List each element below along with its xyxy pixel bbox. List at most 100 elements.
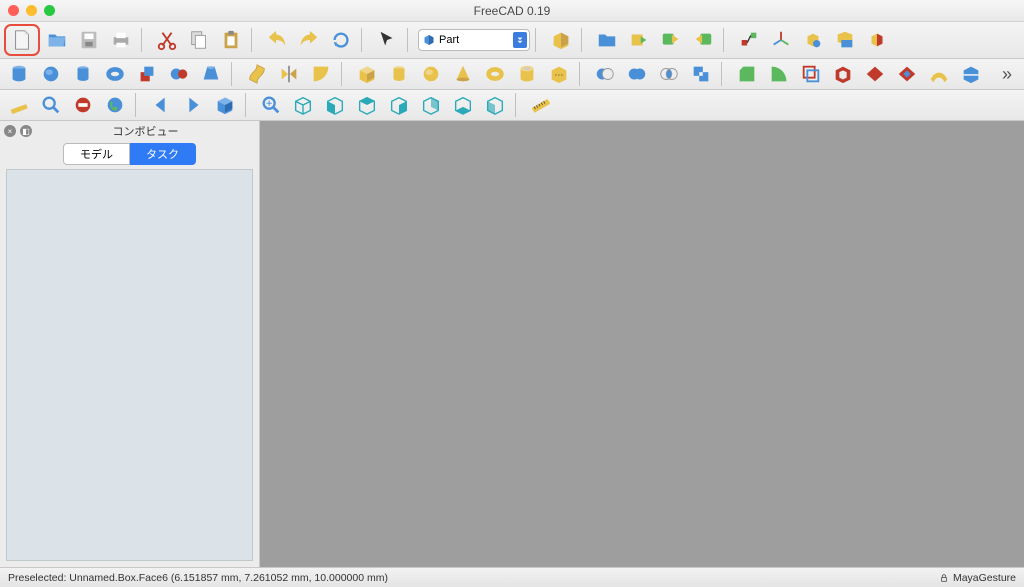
clip-button[interactable] [830,27,860,53]
cursor-icon [376,29,398,51]
cursor-button[interactable] [372,27,402,53]
part-cyl2-button[interactable] [68,61,98,87]
panel-undock-button[interactable]: ◧ [20,125,32,137]
save-button[interactable] [74,27,104,53]
view-back-button[interactable] [416,92,446,118]
link-import-button[interactable] [688,27,718,53]
export-icon [628,29,650,51]
new-doc-button[interactable] [7,27,37,53]
prim-torus-button[interactable] [480,61,510,87]
3d-viewport[interactable] [260,121,1024,567]
folder-button[interactable] [592,27,622,53]
op-slice-button[interactable] [956,61,986,87]
view-right-button[interactable] [384,92,414,118]
axis-button[interactable] [766,27,796,53]
bool-common-button[interactable] [654,61,684,87]
shape-icon [864,63,886,85]
prim-cyl-button[interactable] [384,61,414,87]
mirror-icon [278,63,300,85]
copy-button[interactable] [184,27,214,53]
workbench-selector[interactable]: Part [418,29,530,51]
transform-button[interactable] [734,27,764,53]
svg-text:⋯: ⋯ [554,70,563,80]
nav-right-button[interactable] [178,92,208,118]
minimize-window-button[interactable] [26,5,37,16]
bool-xor-button[interactable] [686,61,716,87]
export-button[interactable] [624,27,654,53]
stop-icon [72,94,94,116]
earth-button[interactable] [100,92,130,118]
cut-button[interactable] [152,27,182,53]
redo-button[interactable] [294,27,324,53]
prim-cone-button[interactable] [448,61,478,87]
link-export-button[interactable] [656,27,686,53]
print-button[interactable] [106,27,136,53]
new-doc-highlight [4,24,40,56]
panel-title: コンボビュー [36,123,255,139]
view-front-button[interactable] [320,92,350,118]
workbench-label: Part [439,34,459,46]
ruler2-icon [8,94,30,116]
stop-button[interactable] [68,92,98,118]
status-nav-style[interactable]: MayaGesture [953,572,1016,584]
part-extrude-button[interactable] [132,61,162,87]
zoom-icon [40,94,62,116]
box-button[interactable] [546,27,576,53]
cube-view-button[interactable] [210,92,240,118]
nav-left-button[interactable] [146,92,176,118]
undo-icon [266,29,288,51]
prim-box-icon [356,63,378,85]
part-sphere-button[interactable] [36,61,66,87]
placement-icon [802,29,824,51]
part-mirror-button[interactable] [274,61,304,87]
view-top-button[interactable] [352,92,382,118]
view-bottom-button[interactable] [448,92,478,118]
bool-union-button[interactable] [622,61,652,87]
op-offset-button[interactable] [796,61,826,87]
tab-model[interactable]: モデル [63,143,130,165]
placement-button[interactable] [798,27,828,53]
view-left-button[interactable] [480,92,510,118]
close-window-button[interactable] [8,5,19,16]
op-shape-button[interactable] [860,61,890,87]
op-shape2-button[interactable] [892,61,922,87]
measure-icon [530,94,552,116]
op-fillet-button[interactable] [764,61,794,87]
part-torus-button[interactable] [100,61,130,87]
toolbar-overflow-button[interactable]: » [994,64,1020,85]
view-ruler-button[interactable] [4,92,34,118]
part-loft-button[interactable] [196,61,226,87]
op-thickness-button[interactable] [828,61,858,87]
op-chamfer-button[interactable] [732,61,762,87]
section-button[interactable] [862,27,892,53]
status-preselected: Preselected: Unnamed.Box.Face6 (6.151857… [8,572,388,584]
measure-button[interactable] [526,92,556,118]
tab-task[interactable]: タスク [130,143,196,165]
part-revolve-button[interactable] [164,61,194,87]
cylinder-icon [8,63,30,85]
slice-icon [960,63,982,85]
zoom-all-button[interactable] [256,92,286,118]
toolbar-file: Part [0,22,1024,59]
bool-cut-button[interactable] [590,61,620,87]
cut-icon [156,29,178,51]
part-sweep-button[interactable] [242,61,272,87]
prim-tube-button[interactable] [512,61,542,87]
open-button[interactable] [42,27,72,53]
refresh-button[interactable] [326,27,356,53]
zoom-button[interactable] [36,92,66,118]
undo-button[interactable] [262,27,292,53]
part-fillet-button[interactable] [306,61,336,87]
op-surface-button[interactable] [924,61,954,87]
panel-close-button[interactable]: × [4,125,16,137]
prim-box-button[interactable] [352,61,382,87]
paste-button[interactable] [216,27,246,53]
view-iso-button[interactable] [288,92,318,118]
shape2-icon [896,63,918,85]
panel-tabs: モデル タスク [0,141,259,167]
maximize-window-button[interactable] [44,5,55,16]
prim-sphere-button[interactable] [416,61,446,87]
prim-more-button[interactable]: ⋯ [544,61,574,87]
part-cylinder-button[interactable] [4,61,34,87]
link-export-icon [660,29,682,51]
